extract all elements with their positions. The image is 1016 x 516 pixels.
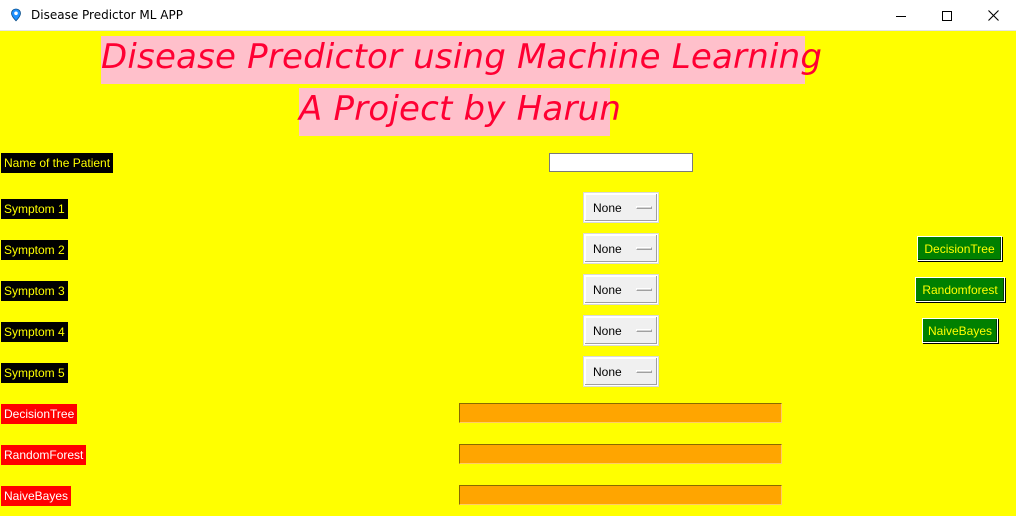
app-body: Disease Predictor using Machine Learning…	[0, 31, 1016, 516]
symptom-2-dropdown[interactable]: None	[584, 234, 658, 263]
symptom-3-value: None	[593, 283, 622, 297]
maximize-icon	[942, 10, 952, 21]
random-forest-button[interactable]: Randomforest	[915, 277, 1005, 302]
decision-tree-result-label: DecisionTree	[1, 404, 78, 424]
naive-bayes-result-field	[459, 485, 782, 505]
symptom-4-label: Symptom 4	[1, 322, 68, 342]
naive-bayes-button[interactable]: NaiveBayes	[922, 318, 998, 343]
symptom-3-label: Symptom 3	[1, 281, 68, 301]
decision-tree-result-field	[459, 403, 782, 423]
patient-name-label: Name of the Patient	[1, 153, 114, 173]
symptom-5-dropdown[interactable]: None	[584, 357, 658, 386]
close-button[interactable]	[970, 0, 1016, 31]
symptom-3-dropdown[interactable]: None	[584, 275, 658, 304]
close-icon	[987, 10, 999, 21]
dropdown-indicator-icon	[636, 288, 652, 291]
page-subtitle: A Project by Harun	[299, 88, 621, 136]
dropdown-indicator-icon	[636, 329, 652, 332]
symptom-2-value: None	[593, 242, 622, 256]
maximize-button[interactable]	[924, 0, 970, 31]
location-pin-icon	[9, 8, 23, 22]
symptom-5-value: None	[593, 365, 622, 379]
dropdown-indicator-icon	[636, 206, 652, 209]
symptom-1-dropdown[interactable]: None	[584, 193, 658, 222]
minimize-icon	[896, 15, 906, 17]
dropdown-indicator-icon	[636, 247, 652, 250]
decision-tree-button[interactable]: DecisionTree	[917, 236, 1002, 261]
title-bar: Disease Predictor ML APP	[0, 0, 1016, 31]
naive-bayes-result-label: NaiveBayes	[1, 486, 72, 506]
page-title: Disease Predictor using Machine Learning	[101, 36, 822, 84]
symptom-4-value: None	[593, 324, 622, 338]
window-title: Disease Predictor ML APP	[31, 8, 183, 22]
symptom-1-label: Symptom 1	[1, 199, 68, 219]
random-forest-result-field	[459, 444, 782, 464]
symptom-1-value: None	[593, 201, 622, 215]
dropdown-indicator-icon	[636, 370, 652, 373]
symptom-2-label: Symptom 2	[1, 240, 68, 260]
symptom-4-dropdown[interactable]: None	[584, 316, 658, 345]
patient-name-input[interactable]	[549, 153, 693, 172]
symptom-5-label: Symptom 5	[1, 363, 68, 383]
minimize-button[interactable]	[878, 0, 924, 31]
random-forest-result-label: RandomForest	[1, 445, 87, 465]
